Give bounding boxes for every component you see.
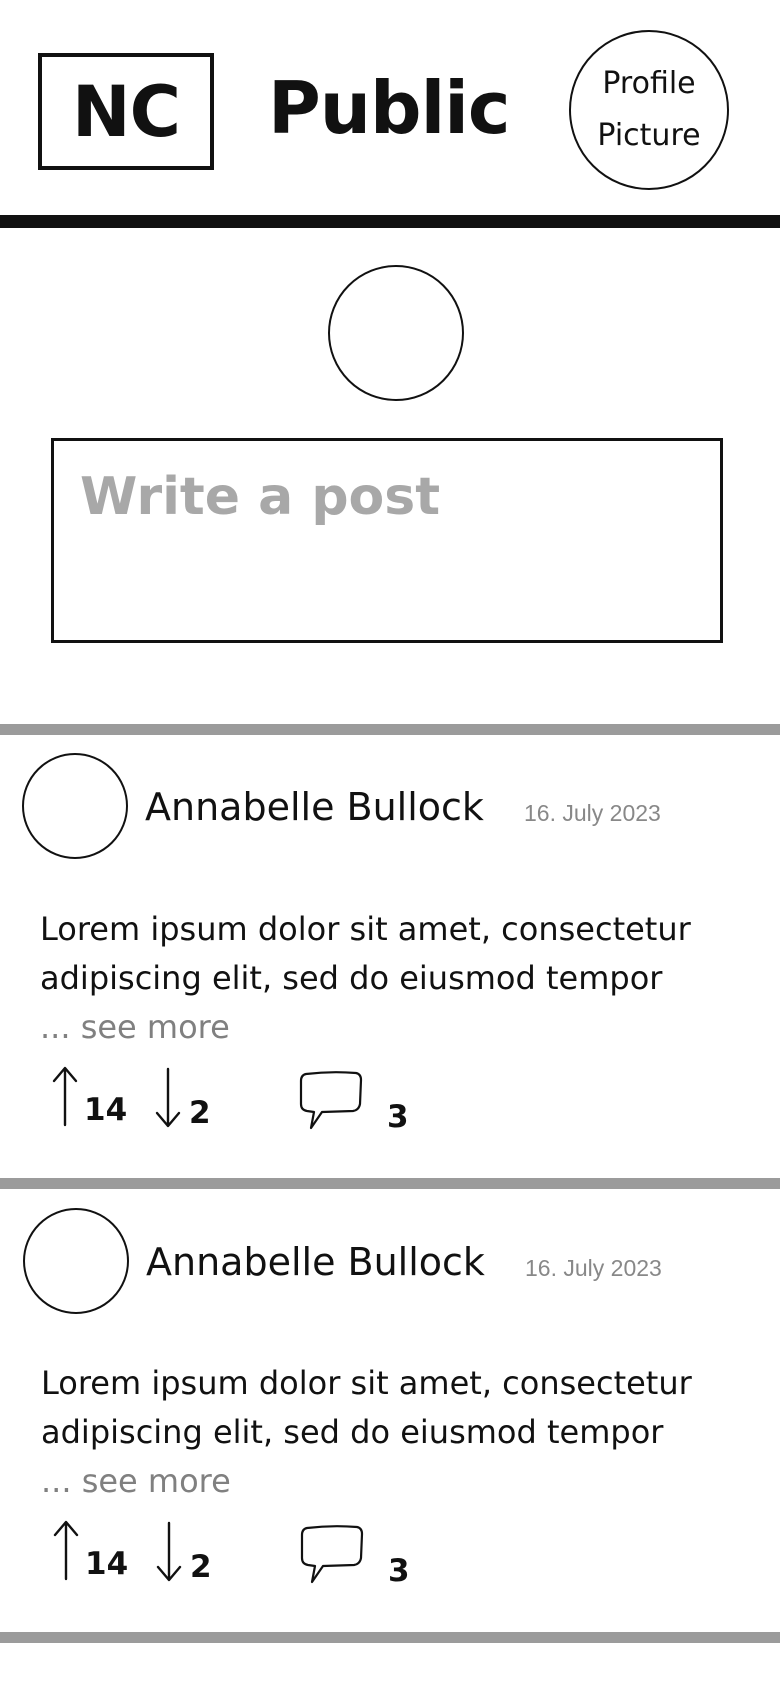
write-post-input[interactable]: Write a post — [51, 438, 723, 643]
comment-count: 3 — [387, 1099, 409, 1135]
section-divider — [0, 1178, 780, 1189]
upvote-count: 14 — [84, 1092, 128, 1128]
post-body: Lorem ipsum dolor sit amet, consectetur … — [40, 910, 691, 997]
page-title: Public — [268, 66, 511, 150]
post-card: Annabelle Bullock 16. July 2023 Lorem ip… — [0, 1189, 780, 1636]
down-arrow-icon[interactable] — [153, 1067, 183, 1129]
profile-button-label-line1: Profile — [602, 66, 696, 101]
downvote-count: 2 — [189, 1095, 211, 1131]
post-author-avatar[interactable] — [22, 753, 128, 859]
post-date: 16. July 2023 — [524, 800, 661, 826]
post-card: Annabelle Bullock 16. July 2023 Lorem ip… — [0, 735, 780, 1182]
header-divider — [0, 215, 780, 228]
profile-picture-button[interactable]: Profile Picture — [569, 30, 729, 190]
logo-text: NC — [72, 70, 181, 153]
speech-bubble-icon[interactable] — [299, 1524, 365, 1586]
profile-button-label-line2: Picture — [597, 118, 701, 153]
upvote-count: 14 — [85, 1546, 129, 1582]
see-more-link[interactable]: ... see more — [40, 1003, 230, 1052]
up-arrow-icon[interactable] — [51, 1519, 81, 1581]
app-logo[interactable]: NC — [38, 53, 214, 170]
comment-count: 3 — [388, 1553, 410, 1589]
section-divider — [0, 724, 780, 735]
downvote-count: 2 — [190, 1549, 212, 1585]
post-author-avatar[interactable] — [23, 1208, 129, 1314]
up-arrow-icon[interactable] — [50, 1065, 80, 1127]
post-body: Lorem ipsum dolor sit amet, consectetur … — [41, 1364, 692, 1451]
speech-bubble-icon[interactable] — [298, 1070, 364, 1132]
section-divider — [0, 1632, 780, 1643]
see-more-link[interactable]: ... see more — [41, 1457, 231, 1506]
down-arrow-icon[interactable] — [154, 1521, 184, 1583]
post-author-name[interactable]: Annabelle Bullock — [146, 1240, 485, 1284]
composer-avatar — [328, 265, 464, 401]
write-post-placeholder: Write a post — [80, 467, 441, 527]
post-date: 16. July 2023 — [525, 1255, 662, 1281]
post-author-name[interactable]: Annabelle Bullock — [145, 785, 484, 829]
